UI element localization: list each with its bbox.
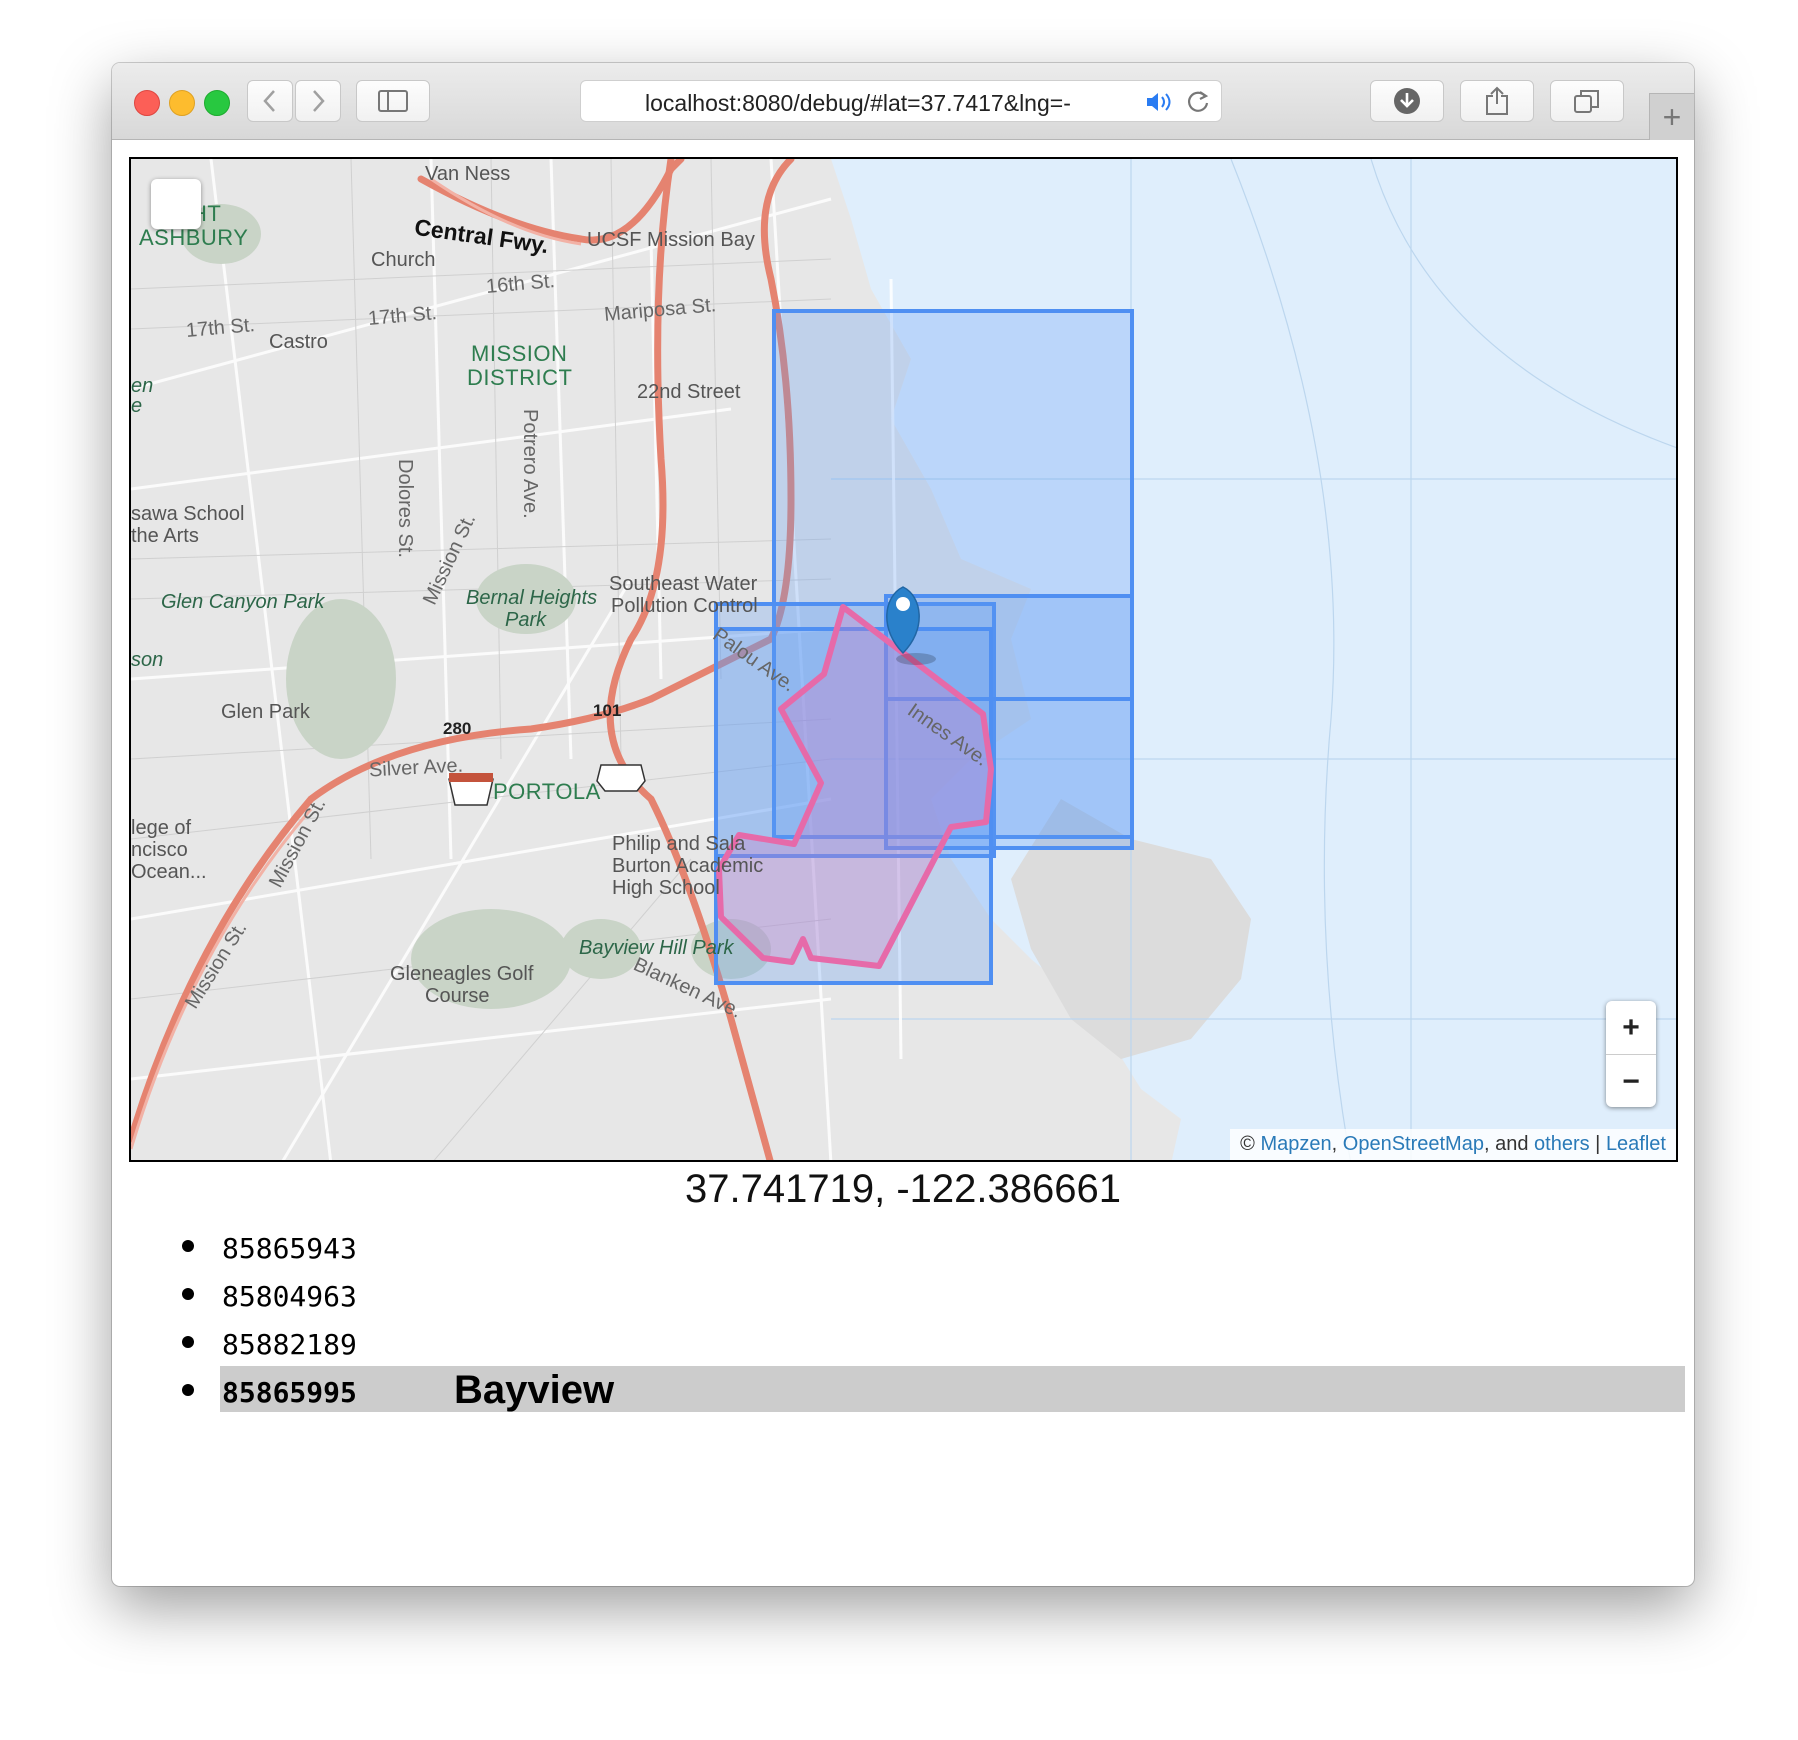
sidebar-icon [378,90,408,112]
highway-shield-280: 280 [443,719,472,738]
zoom-control: + − [1606,1001,1656,1107]
result-list: 85865943 85804963 85882189 85865995 Bayv… [182,1226,1685,1418]
map-label: son [131,649,164,671]
map-label: Castro [269,331,328,353]
downloads-button[interactable] [1370,80,1444,122]
zoom-window-button[interactable] [204,90,230,116]
back-button[interactable] [247,80,293,122]
map[interactable]: Van Ness Central Fwy. UCSF Mission Bay C… [129,157,1678,1162]
minimize-window-button[interactable] [169,90,195,116]
bullet [182,1384,194,1396]
map-attribution: © Mapzen, OpenStreetMap, and others | Le… [1230,1129,1676,1160]
result-id: 85865943 [222,1232,357,1265]
speaker-icon[interactable] [1145,91,1177,113]
map-label: ncisco [131,839,188,861]
forward-button[interactable] [295,80,341,122]
share-button[interactable] [1460,80,1534,122]
list-item-selected[interactable]: 85865995 Bayview [182,1366,1685,1418]
zoom-out-button[interactable]: − [1606,1055,1656,1108]
map-label: Church [371,249,436,271]
map-label: lege of [131,817,192,839]
chevron-right-icon [313,90,325,112]
selection-highlight [220,1366,1685,1412]
map-label: Glen Park [221,701,310,723]
map-label: Southeast Water [609,573,758,595]
others-link[interactable]: others [1534,1133,1590,1155]
sidebar-button[interactable] [356,80,430,122]
map-label: Pollution Control [611,595,758,617]
tabs-icon [1574,90,1599,113]
coordinates-readout: 37.741719, -122.386661 [685,1167,1121,1211]
map-label: the Arts [131,525,199,547]
browser-window: localhost:8080/debug/#lat=37.7417&lng=- … [112,63,1694,1586]
bullet [182,1240,194,1252]
attribution-separator: , [1331,1133,1338,1155]
url-text: localhost:8080/debug/#lat=37.7417&lng=- [645,90,1071,116]
tabs-overview-button[interactable] [1550,80,1624,122]
list-item[interactable]: 85882189 [182,1322,1582,1370]
new-tab-button[interactable]: + [1649,93,1694,140]
bullet [182,1288,194,1300]
bullet [182,1336,194,1348]
attribution-and: , and [1483,1133,1529,1155]
map-label: Bernal Heights [466,587,598,609]
mapzen-link[interactable]: Mapzen [1260,1133,1331,1155]
map-label: Silver Ave. [368,754,464,782]
openstreetmap-link[interactable]: OpenStreetMap [1343,1133,1484,1155]
leaflet-link[interactable]: Leaflet [1606,1133,1666,1155]
chevron-left-icon [263,90,275,112]
map-label: UCSF Mission Bay [587,229,755,251]
map-label: Bayview Hill Park [579,937,734,959]
map-label: Gleneagles Golf [390,963,534,985]
map-label: DISTRICT [467,365,573,390]
result-name: Bayview [454,1368,615,1412]
map-label: 22nd Street [637,381,741,403]
map-label: Philip and Sala [612,833,746,855]
address-bar[interactable]: localhost:8080/debug/#lat=37.7417&lng=- [580,80,1222,122]
map-label: Potrero Ave. [519,409,541,519]
map-canvas [131,159,1676,1160]
map-label: Burton Academic [612,855,764,877]
map-label: MISSION [471,341,568,366]
map-label: Dolores St. [394,459,416,558]
map-label: Ocean... [131,861,207,883]
highway-shield-101: 101 [593,701,622,720]
result-id: 85865995 [222,1376,357,1409]
map-label: Park [505,609,547,631]
download-icon [1394,88,1420,114]
reload-icon[interactable] [1185,89,1211,115]
map-label: High School [612,877,720,899]
close-window-button[interactable] [134,90,160,116]
list-item[interactable]: 85865943 [182,1226,1582,1274]
map-label: PORTOLA [493,779,601,804]
attribution-copyright: © [1240,1133,1255,1155]
map-label: Van Ness [425,163,511,185]
map-label: Course [425,985,490,1007]
map-label: e [131,395,143,417]
map-label: sawa School [131,503,245,525]
attribution-pipe: | [1595,1133,1601,1155]
list-item[interactable]: 85804963 [182,1274,1582,1322]
share-icon [1486,86,1508,115]
result-id: 85804963 [222,1280,357,1313]
map-label: Glen Canyon Park [161,591,325,613]
zoom-in-button[interactable]: + [1606,1001,1656,1055]
result-id: 85882189 [222,1328,357,1361]
layers-button[interactable] [151,179,201,229]
title-bar: localhost:8080/debug/#lat=37.7417&lng=- … [112,63,1694,140]
